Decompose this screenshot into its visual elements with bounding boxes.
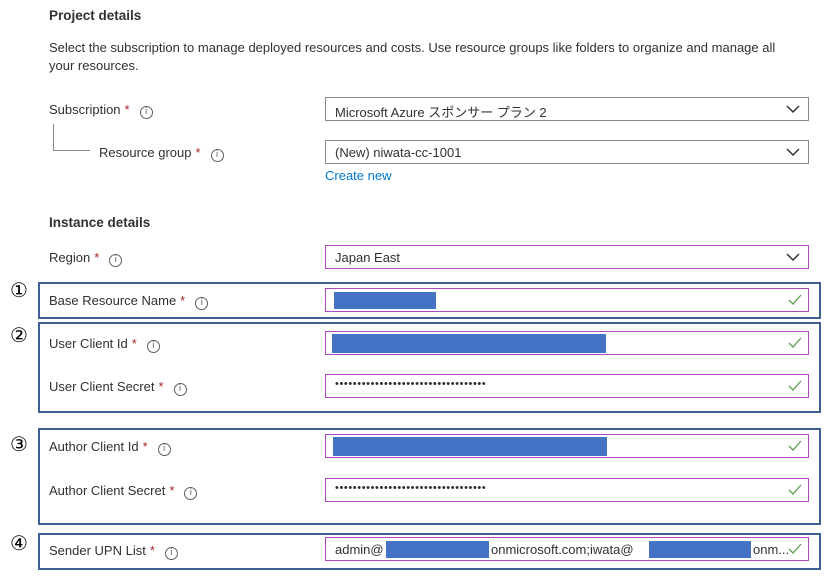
masked-secret: •••••••••••••••••••••••••••••••••• <box>335 378 487 390</box>
required-asterisk: * <box>158 379 164 394</box>
subscription-value: Microsoft Azure スポンサー プラン 2 <box>335 105 547 120</box>
marker-three: ③ <box>10 432 28 456</box>
author-client-id-input[interactable] <box>325 434 809 458</box>
info-icon[interactable]: i <box>173 383 187 396</box>
region-select[interactable]: Japan East <box>325 245 809 269</box>
resource-group-value: (New) niwata-cc-1001 <box>335 145 462 160</box>
required-asterisk: * <box>195 145 201 160</box>
sender-upn-list-input[interactable]: admin@ onmicrosoft.com;iwata@ onm... <box>325 537 809 561</box>
user-client-id-input[interactable] <box>325 331 809 355</box>
chevron-down-icon <box>786 253 800 262</box>
marker-two: ② <box>10 323 28 347</box>
redacted-value <box>649 541 751 558</box>
user-client-id-label: User Client Id * i <box>49 336 160 353</box>
checkmark-icon <box>788 294 802 305</box>
upn-part-admin: admin@ <box>335 542 384 557</box>
subscription-select[interactable]: Microsoft Azure スポンサー プラン 2 <box>325 97 809 121</box>
required-asterisk: * <box>180 293 186 308</box>
tree-connector <box>53 124 90 151</box>
region-label: Region * i <box>49 250 123 267</box>
author-client-id-label: Author Client Id * i <box>49 439 171 456</box>
required-asterisk: * <box>149 543 155 558</box>
subscription-label: Subscription * i <box>49 102 153 119</box>
info-icon[interactable]: i <box>109 254 123 267</box>
checkmark-icon <box>788 380 802 391</box>
info-icon[interactable]: i <box>210 149 224 162</box>
upn-part-truncated: onm... <box>753 542 790 557</box>
masked-secret: •••••••••••••••••••••••••••••••••• <box>335 482 487 494</box>
required-asterisk: * <box>94 250 100 265</box>
chevron-down-icon <box>786 148 800 157</box>
checkmark-icon <box>788 484 802 495</box>
info-icon[interactable]: i <box>184 487 198 500</box>
info-icon[interactable]: i <box>139 106 153 119</box>
checkmark-icon <box>788 543 802 554</box>
region-value: Japan East <box>335 250 401 265</box>
required-asterisk: * <box>124 102 130 117</box>
chevron-down-icon <box>786 105 800 114</box>
instance-details-heading: Instance details <box>49 215 151 230</box>
required-asterisk: * <box>169 483 175 498</box>
author-client-secret-input[interactable]: •••••••••••••••••••••••••••••••••• <box>325 478 809 502</box>
redacted-value <box>386 541 489 558</box>
sender-upn-list-label: Sender UPN List * i <box>49 543 178 560</box>
resource-group-select[interactable]: (New) niwata-cc-1001 <box>325 140 809 164</box>
info-icon[interactable]: i <box>164 547 178 560</box>
redacted-value <box>333 437 607 456</box>
project-details-description: Select the subscription to manage deploy… <box>49 40 776 73</box>
required-asterisk: * <box>131 336 137 351</box>
info-icon[interactable]: i <box>195 297 209 310</box>
marker-one: ① <box>10 278 28 302</box>
create-new-link[interactable]: Create new <box>325 168 391 183</box>
info-icon[interactable]: i <box>157 443 171 456</box>
required-asterisk: * <box>142 439 148 454</box>
resource-group-label: Resource group * i <box>99 145 224 162</box>
checkmark-icon <box>788 440 802 451</box>
user-client-secret-label: User Client Secret * i <box>49 379 187 396</box>
base-resource-name-input[interactable] <box>325 288 809 312</box>
checkmark-icon <box>788 337 802 348</box>
info-icon[interactable]: i <box>146 340 160 353</box>
redacted-value <box>332 334 606 353</box>
project-details-heading: Project details <box>49 8 142 23</box>
redacted-value <box>334 292 436 309</box>
base-resource-name-label: Base Resource Name * i <box>49 293 209 310</box>
marker-four: ④ <box>10 531 28 555</box>
upn-part-domain: onmicrosoft.com;iwata@ <box>491 542 634 557</box>
user-client-secret-input[interactable]: •••••••••••••••••••••••••••••••••• <box>325 374 809 398</box>
author-client-secret-label: Author Client Secret * i <box>49 483 198 500</box>
